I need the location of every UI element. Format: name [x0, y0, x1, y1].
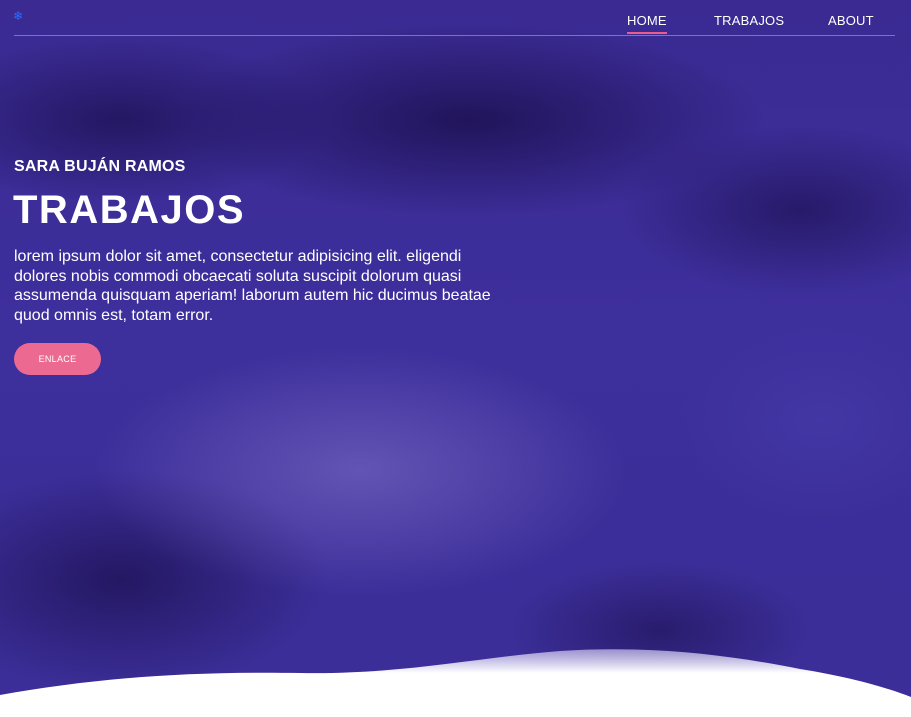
nav-item-home[interactable]: HOME: [627, 10, 667, 34]
enlace-button[interactable]: ENLACE: [14, 343, 101, 375]
nav-item-trabajos[interactable]: TRABAJOS: [714, 10, 784, 31]
hero-section: ❄ HOME TRABAJOS ABOUT SARA BUJÁN RAMOS T…: [0, 0, 911, 717]
snowflake-icon[interactable]: ❄: [13, 9, 23, 23]
page-title: TRABAJOS: [13, 188, 246, 232]
nav-item-about[interactable]: ABOUT: [828, 10, 874, 31]
header-divider: [14, 35, 895, 36]
author-name: SARA BUJÁN RAMOS: [14, 158, 186, 175]
bottom-wave: [0, 649, 911, 717]
hero-description: lorem ipsum dolor sit amet, consectetur …: [14, 248, 491, 324]
